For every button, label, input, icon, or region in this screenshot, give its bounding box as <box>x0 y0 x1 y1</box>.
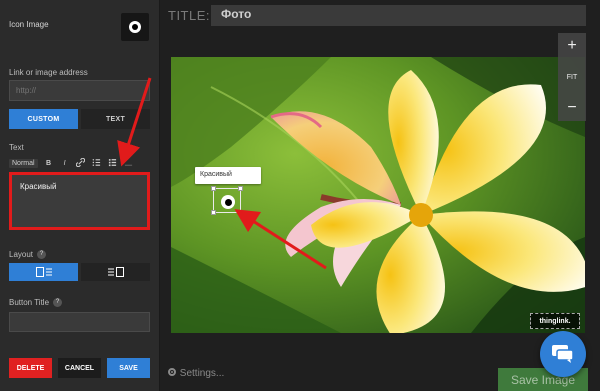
fit-button[interactable]: FIT <box>567 74 578 81</box>
link-label: Link or image address <box>9 68 88 77</box>
layout-image-left-button[interactable] <box>9 263 78 281</box>
resize-handle[interactable] <box>211 186 216 191</box>
layout-image-right-button[interactable] <box>81 263 150 281</box>
resize-handle[interactable] <box>211 210 216 215</box>
chat-icon <box>552 345 574 363</box>
hotspot-marker[interactable] <box>211 186 243 215</box>
hotspot-editor-panel: Icon Image Link or image address CUSTOM … <box>0 0 160 391</box>
icon-image-label: Icon Image <box>9 20 49 29</box>
title-input[interactable]: Фото <box>211 5 586 26</box>
button-title-input[interactable] <box>9 312 150 332</box>
custom-button[interactable]: CUSTOM <box>9 109 78 129</box>
zoom-in-icon[interactable]: + <box>567 38 576 54</box>
gear-icon <box>168 368 176 376</box>
text-editor[interactable]: Красивый <box>9 172 150 230</box>
text-button[interactable]: TEXT <box>81 109 150 129</box>
text-format-toolbar: Normal B I <box>9 156 150 170</box>
settings-label: Settings... <box>179 368 225 379</box>
title-prefix: TITLE: <box>168 8 211 23</box>
image-left-layout-icon <box>35 267 52 277</box>
thinglink-watermark: thinglink. <box>530 313 580 329</box>
layout-label: Layout? <box>9 250 47 260</box>
layout-label-text: Layout <box>9 250 34 259</box>
clear-format-icon[interactable] <box>124 158 134 169</box>
button-title-label-text: Button Title <box>9 298 50 307</box>
settings-link[interactable]: Settings... <box>167 367 224 379</box>
resize-handle[interactable] <box>238 186 243 191</box>
icon-preview-dot-icon <box>129 21 141 33</box>
hotspot-tooltip: Красивый <box>195 167 261 184</box>
zoom-controls: + FIT − <box>558 33 586 121</box>
chat-button[interactable] <box>540 331 586 377</box>
style-select[interactable]: Normal <box>9 158 38 168</box>
button-title-label: Button Title? <box>9 298 63 308</box>
help-icon[interactable]: ? <box>53 298 63 308</box>
cancel-button[interactable]: CANCEL <box>58 358 101 378</box>
bold-button[interactable]: B <box>44 160 54 167</box>
hotspot-icon <box>221 195 235 209</box>
resize-handle[interactable] <box>238 210 243 215</box>
italic-button[interactable]: I <box>60 160 70 167</box>
image-right-layout-icon <box>107 267 124 277</box>
bullets-icon[interactable] <box>108 158 118 169</box>
link-icon[interactable] <box>75 157 86 169</box>
help-icon[interactable]: ? <box>37 250 47 260</box>
zoom-out-icon[interactable]: − <box>567 100 576 116</box>
icon-image-picker[interactable] <box>121 13 149 41</box>
numbered-list-icon[interactable] <box>92 158 102 169</box>
save-button[interactable]: SAVE <box>107 358 150 378</box>
text-label: Text <box>9 143 24 152</box>
delete-button[interactable]: DELETE <box>9 358 52 378</box>
link-input[interactable] <box>9 80 150 101</box>
